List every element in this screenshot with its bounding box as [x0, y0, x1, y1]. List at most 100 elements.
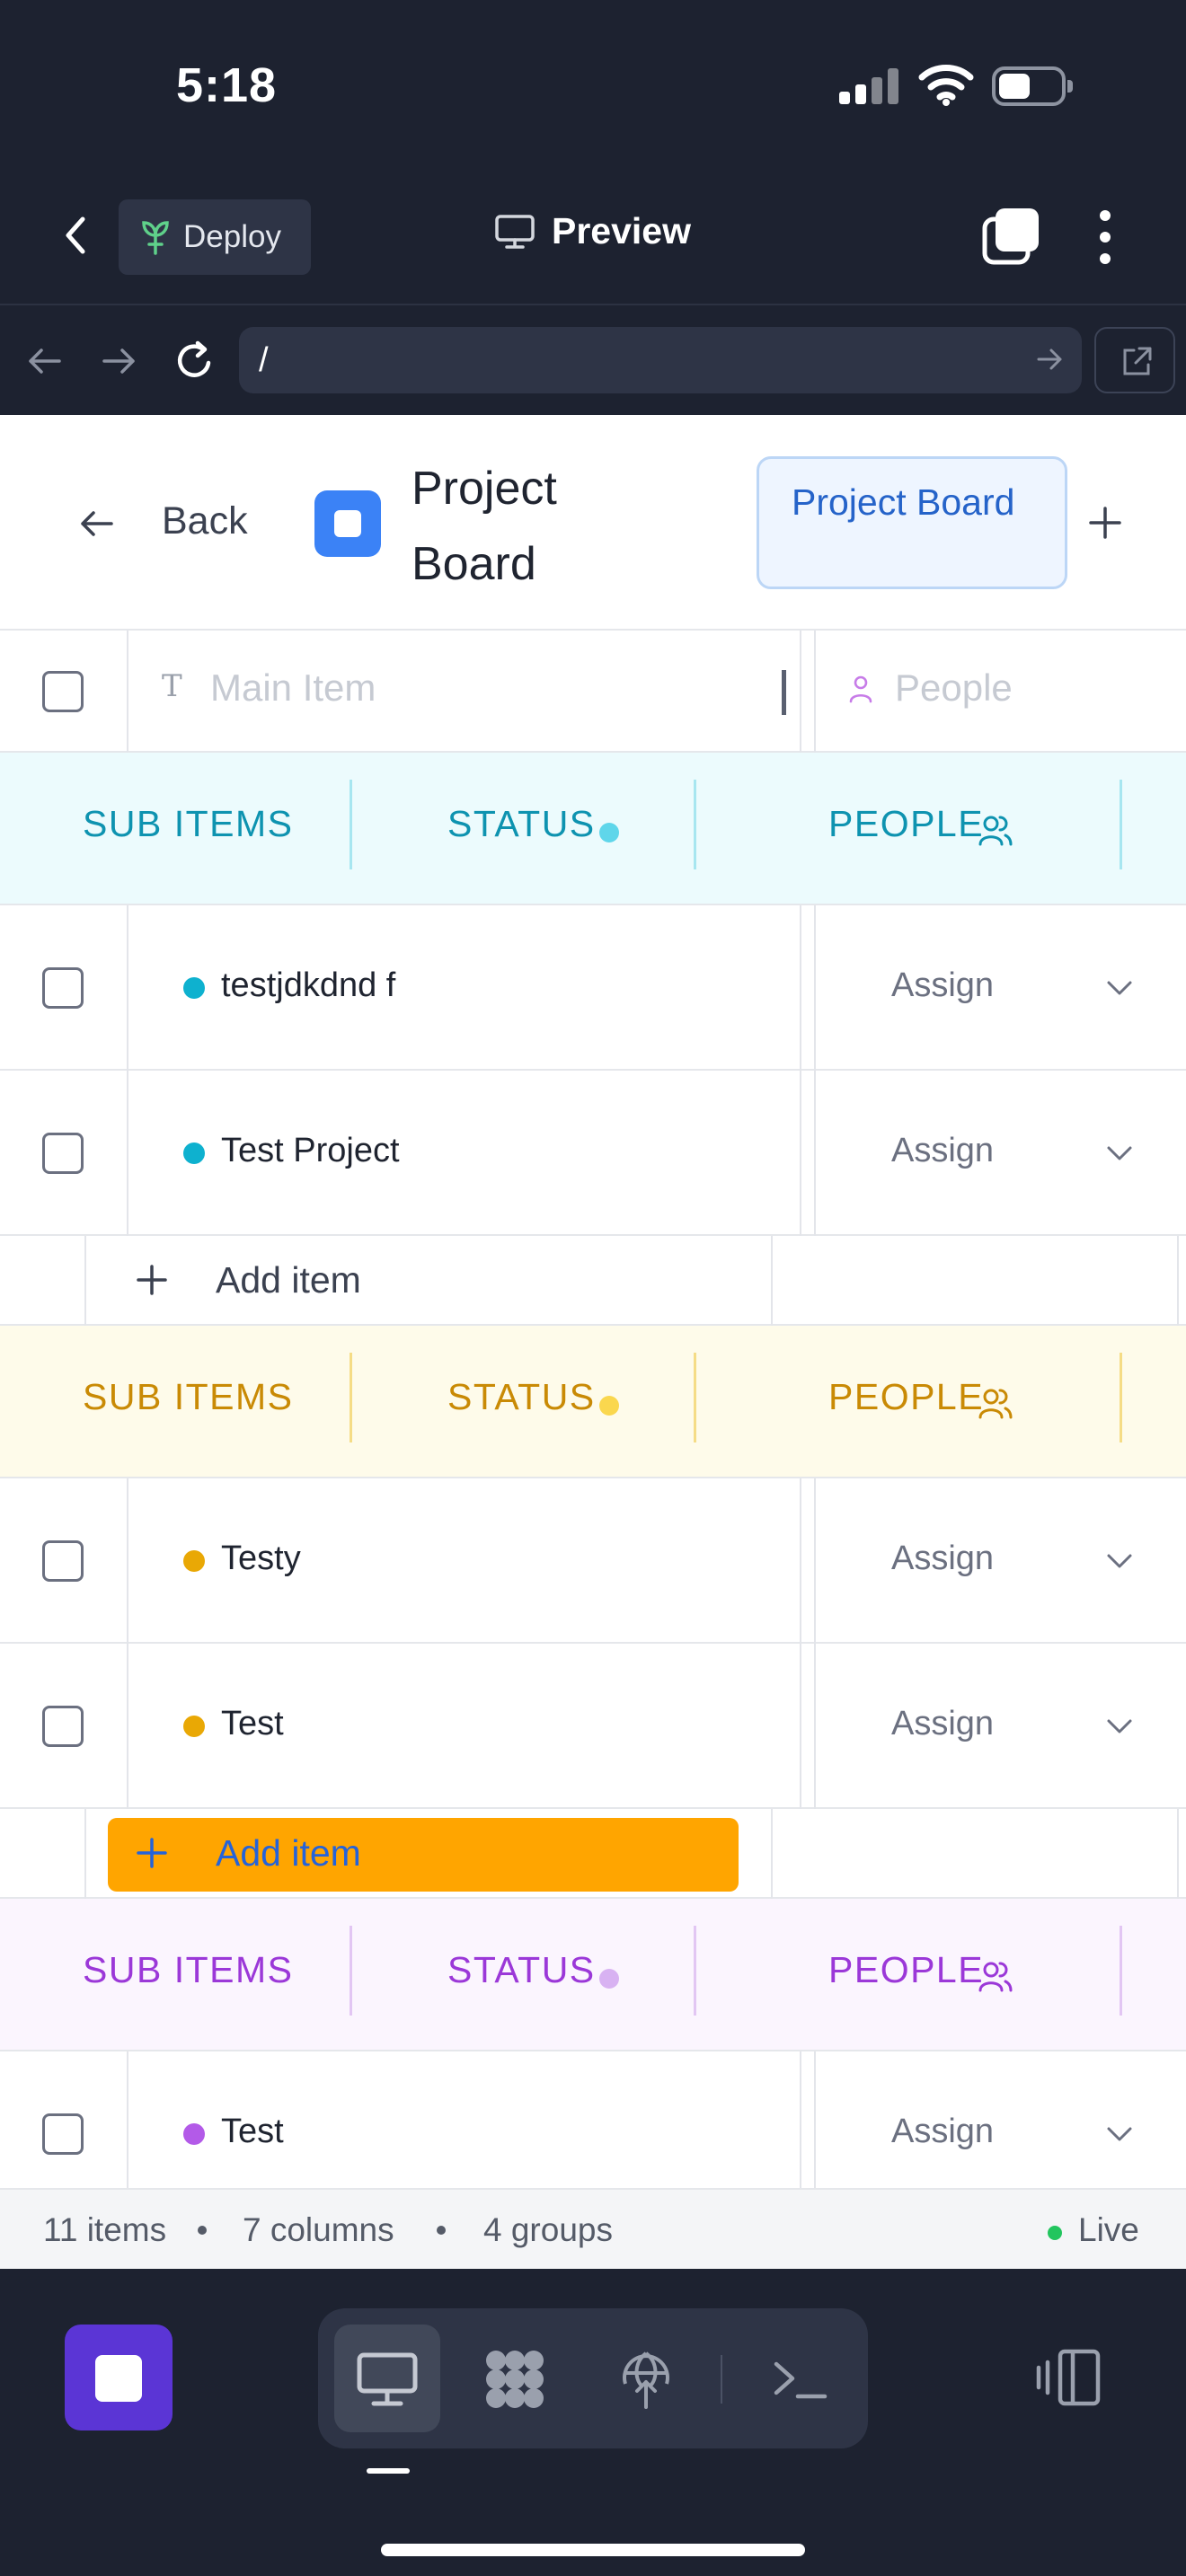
chevron-down-icon[interactable] [1103, 1139, 1136, 1166]
people-column-header[interactable]: PEOPLE [828, 1949, 984, 1991]
status-dot [183, 1142, 205, 1164]
home-indicator [381, 2544, 805, 2556]
plus-icon[interactable] [1084, 501, 1127, 544]
external-link-icon [1123, 347, 1152, 375]
browser-bar: / [0, 307, 1186, 415]
arrow-right-small-icon[interactable] [1031, 341, 1067, 377]
row-checkbox[interactable] [42, 1133, 84, 1174]
board-status-footer: 11 items 7 columns 4 groups Live [0, 2188, 1186, 2269]
assign-people-select[interactable]: Assign [891, 1705, 994, 1743]
url-input[interactable]: / [239, 327, 1082, 393]
deploy-label: Deploy [183, 219, 281, 254]
live-status: Live [1078, 2211, 1139, 2248]
item-name[interactable]: Test [221, 2113, 284, 2151]
people-column-header[interactable]: PEOPLE [828, 1376, 984, 1418]
assign-people-select[interactable]: Assign [891, 1132, 994, 1170]
status-dot [183, 1550, 205, 1572]
row-checkbox[interactable] [42, 967, 84, 1009]
row-checkbox[interactable] [42, 1706, 84, 1747]
add-item-button[interactable]: Add item [216, 1259, 361, 1301]
preview-toggle[interactable]: Preview [494, 210, 691, 252]
table-row[interactable]: testjdkdnd f Assign [0, 905, 1186, 1071]
item-name[interactable]: testjdkdnd f [221, 966, 395, 1005]
sub-items-column-header[interactable]: SUB ITEMS [83, 1376, 293, 1418]
grid-blob-icon[interactable] [483, 2348, 546, 2411]
sprout-icon [142, 221, 169, 255]
group-header: SUB ITEMS STATUS PEOPLE [0, 1326, 1186, 1478]
select-all-checkbox[interactable] [42, 671, 84, 712]
users-icon [978, 816, 1013, 846]
status-dot [183, 977, 205, 999]
table-row[interactable]: Testy Assign [0, 1478, 1186, 1644]
board-icon [314, 490, 381, 557]
add-item-highlight[interactable] [108, 1818, 739, 1892]
item-name[interactable]: Testy [221, 1539, 301, 1578]
chevron-down-icon[interactable] [1103, 1547, 1136, 1574]
item-name[interactable]: Test [221, 1705, 284, 1743]
monitor-icon[interactable] [356, 2348, 419, 2411]
users-icon [978, 1962, 1013, 1992]
status-dot [183, 2123, 205, 2145]
table-row[interactable]: Test Project Assign [0, 1071, 1186, 1236]
status-dot [599, 1396, 619, 1416]
tab-project-board[interactable]: Project Board [757, 456, 1067, 589]
app-square-button[interactable] [65, 2325, 173, 2430]
sub-items-column-header[interactable]: SUB ITEMS [83, 803, 293, 845]
globe-upload-icon[interactable] [615, 2348, 677, 2411]
battery-icon [992, 66, 1073, 106]
open-external-button[interactable] [1094, 327, 1175, 393]
page-header: Back Project Board Project Board [0, 415, 1186, 631]
person-icon [849, 675, 872, 703]
monitor-icon [495, 214, 535, 249]
group-header: SUB ITEMS STATUS PEOPLE [0, 753, 1186, 905]
plus-icon[interactable] [135, 1263, 169, 1297]
chevron-down-icon[interactable] [1103, 974, 1136, 1001]
assign-people-select[interactable]: Assign [891, 1539, 994, 1578]
arrow-right-icon[interactable] [92, 334, 146, 388]
back-link[interactable]: Back [162, 499, 248, 543]
plus-icon[interactable] [135, 1836, 169, 1870]
status-bar: 5:18 [0, 0, 1186, 171]
row-checkbox[interactable] [42, 2113, 84, 2155]
panel-toggle-icon[interactable] [1033, 2348, 1102, 2407]
active-view-indicator [367, 2468, 410, 2474]
sub-items-column-header[interactable]: SUB ITEMS [83, 1949, 293, 1991]
refresh-icon[interactable] [167, 334, 221, 388]
status-column-header[interactable]: STATUS [447, 803, 596, 845]
chevron-down-icon[interactable] [1103, 1712, 1136, 1739]
chevron-down-icon[interactable] [1103, 2120, 1136, 2147]
table-row[interactable]: Test Assign [0, 1644, 1186, 1809]
preview-label: Preview [552, 210, 691, 251]
people-column-header[interactable]: PEOPLE [828, 803, 984, 845]
main-item-column-header[interactable]: Main Item [210, 666, 376, 710]
status-dot [183, 1716, 205, 1737]
row-checkbox[interactable] [42, 1540, 84, 1582]
status-column-header[interactable]: STATUS [447, 1949, 596, 1991]
arrow-left-icon[interactable] [77, 505, 115, 543]
more-vertical-icon[interactable] [1089, 208, 1121, 266]
resize-handle[interactable] [782, 670, 786, 715]
app-square-icon [95, 2355, 142, 2402]
status-dot [599, 1969, 619, 1989]
tabs-icon[interactable] [981, 207, 1040, 266]
arrow-left-icon[interactable] [18, 334, 72, 388]
add-item-row: Add item [0, 1809, 1186, 1899]
add-item-button[interactable]: Add item [216, 1832, 361, 1875]
group-header: SUB ITEMS STATUS PEOPLE [0, 1899, 1186, 2051]
assign-people-select[interactable]: Assign [891, 966, 994, 1005]
chevron-left-icon[interactable] [56, 208, 95, 262]
live-indicator [1048, 2226, 1062, 2240]
assign-people-select[interactable]: Assign [891, 2113, 994, 2151]
status-column-header[interactable]: STATUS [447, 1376, 596, 1418]
page-title: Project Board [412, 463, 557, 590]
status-dot [599, 823, 619, 842]
deploy-button[interactable]: Deploy [119, 199, 311, 275]
people-column-header[interactable]: People [895, 666, 1013, 710]
item-name[interactable]: Test Project [221, 1132, 400, 1170]
text-type-icon: T [162, 668, 182, 704]
group-count: 4 groups [483, 2211, 613, 2248]
url-text: / [259, 341, 269, 379]
terminal-icon[interactable] [769, 2348, 832, 2411]
cellular-signal-icon [839, 68, 902, 104]
wifi-icon [918, 65, 974, 106]
